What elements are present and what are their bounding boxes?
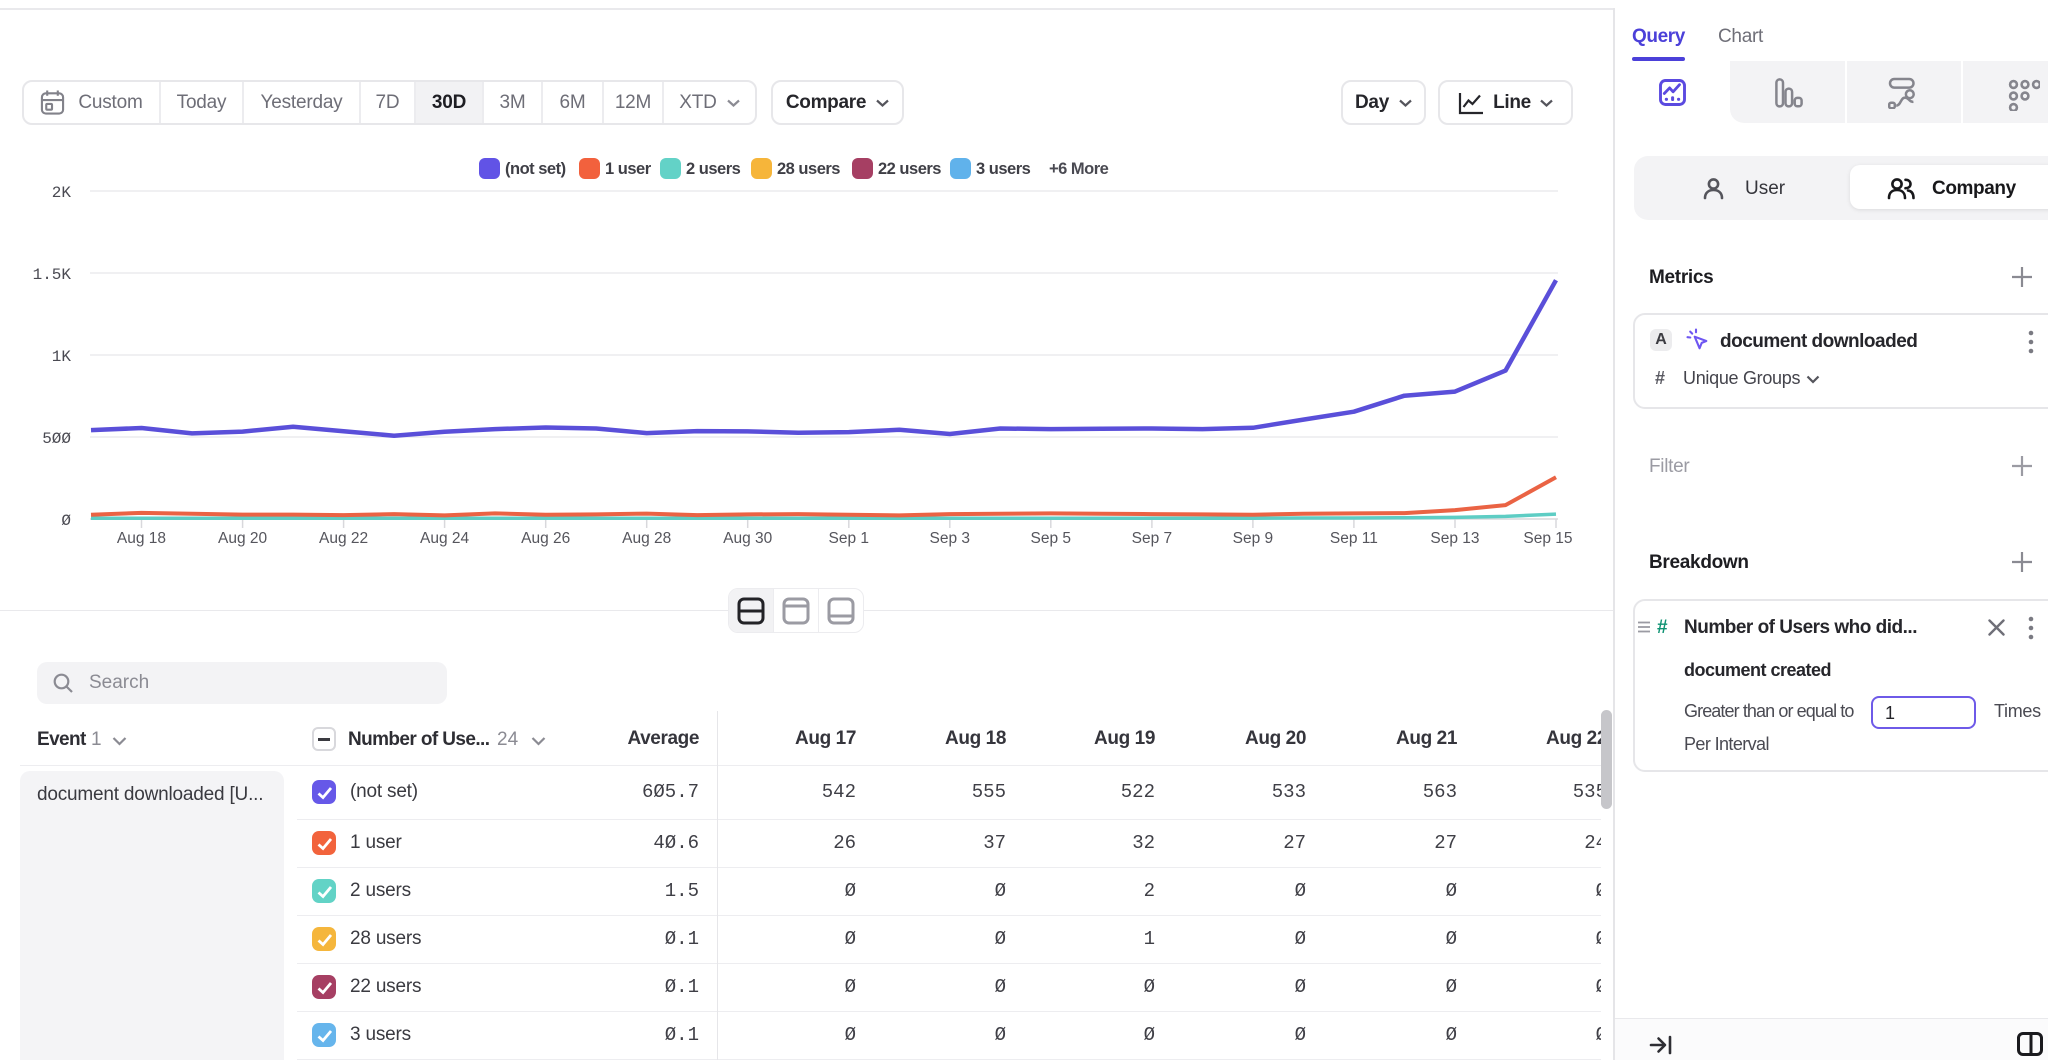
svg-text:Aug 30: Aug 30 — [723, 530, 773, 547]
svg-text:Aug 24: Aug 24 — [420, 530, 470, 547]
svg-text:Sep 1: Sep 1 — [829, 530, 870, 547]
svg-text:1.5K: 1.5K — [33, 266, 72, 284]
svg-text:Sep 11: Sep 11 — [1330, 530, 1378, 547]
svg-text:Aug 22: Aug 22 — [319, 530, 368, 547]
svg-text:Aug 28: Aug 28 — [622, 530, 671, 547]
svg-text:Sep 3: Sep 3 — [930, 530, 971, 547]
svg-text:Sep 15: Sep 15 — [1523, 530, 1572, 547]
svg-text:5ØØ: 5ØØ — [42, 430, 71, 448]
svg-text:Aug 18: Aug 18 — [117, 530, 166, 547]
svg-text:1K: 1K — [52, 348, 72, 366]
svg-text:Sep 9: Sep 9 — [1233, 530, 1274, 547]
svg-text:Ø: Ø — [61, 512, 71, 530]
svg-text:Sep 13: Sep 13 — [1430, 530, 1479, 547]
svg-text:Sep 7: Sep 7 — [1132, 530, 1173, 547]
svg-text:2K: 2K — [52, 184, 72, 202]
svg-text:Aug 20: Aug 20 — [218, 530, 268, 547]
svg-text:Aug 26: Aug 26 — [521, 530, 570, 547]
svg-text:Sep 5: Sep 5 — [1031, 530, 1072, 547]
